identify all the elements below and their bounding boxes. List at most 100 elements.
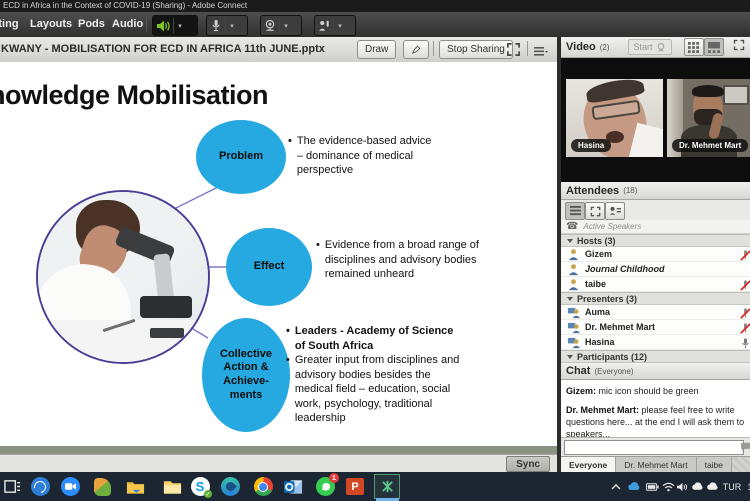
mic-blocked-icon [740,280,750,291]
menu-layouts[interactable]: Layouts [26,12,76,37]
attendee-row-dr-mehmet-mart[interactable]: Dr. Mehmet Mart [561,320,750,335]
chat-tab-dr-mehmet-mart[interactable]: Dr. Mehmet Mart [616,457,697,473]
video-feed[interactable]: Hasina [566,79,663,157]
raise-hand-dropdown[interactable]: ▾ [333,18,346,33]
app-icon-chrome[interactable] [251,475,275,498]
pod-menu-icon [534,47,548,56]
app-icon-powerpoint[interactable]: P [343,475,367,498]
presenter-avatar-icon [567,322,580,333]
app-icon-blue-circle[interactable] [28,475,52,498]
app-icon-adobe-connect-active[interactable] [374,474,400,499]
presenter-avatar-icon [567,307,580,318]
tray-battery-icon[interactable] [644,472,660,501]
stop-sharing-button[interactable]: Stop Sharing [439,40,513,59]
app-icon-outlook[interactable] [281,475,305,498]
chevron-up-icon [611,483,621,489]
pod-options-button[interactable] [534,44,548,62]
slide-photo-scientist [36,190,210,364]
menu-meeting[interactable]: Meeting [0,12,23,37]
tray-chevron-button[interactable] [608,472,624,501]
chat-messages: Gizem: mic icon should be green Dr. Mehm… [561,380,750,440]
webcam-icon [265,19,275,31]
menu-pods[interactable]: Pods [74,12,109,37]
pointer-tool-button[interactable] [403,40,429,59]
video-pod-count: (2) [599,42,610,52]
tray-cloud-icon[interactable] [705,472,720,501]
presenters-group-header[interactable]: Presenters (3) [561,292,750,305]
attendee-row-auma[interactable]: Auma [561,305,750,320]
microphone-button[interactable]: ▾ [206,15,248,36]
chat-bubble-icon[interactable] [740,441,750,453]
app-icon-edge[interactable] [218,475,242,498]
bullet-dot: • [286,354,290,367]
app-icon-skype[interactable]: S ✓ [188,475,212,498]
webcam-dropdown[interactable]: ▾ [279,18,292,33]
presentation-slide: Knowledge Mobilisation Problem Effect [0,62,557,446]
raise-hand-button[interactable]: ▾ [314,15,356,36]
attendee-row-taibe[interactable]: taibe [561,277,750,292]
app-icon-file-explorer[interactable] [160,475,184,498]
bullet-problem: • The evidence-based advice – dominance o… [288,135,432,177]
filmstrip-view-button[interactable] [703,38,724,56]
draw-button[interactable]: Draw [357,40,397,59]
attendees-pod-count: (18) [623,186,638,195]
fullscreen-button[interactable] [506,42,521,62]
menu-audio[interactable]: Audio [108,12,147,37]
attendee-row-gizem[interactable]: Gizem [561,247,750,262]
speaker-dropdown[interactable]: ▾ [173,18,186,33]
video-name-tag: Dr. Mehmet Mart [672,139,749,152]
tray-cloud-icon[interactable] [690,472,705,501]
bullet-effect: • Evidence from a broad range of discipli… [316,239,479,281]
video-feed[interactable]: Dr. Mehmet Mart [667,79,750,157]
participants-group-header[interactable]: Participants (12) [561,350,750,363]
mic-active-icon [742,338,749,349]
video-pod-body: Hasina Dr. Mehmet Mart [561,58,750,182]
bullet-dot: • [286,325,290,337]
chat-tab-taibe[interactable]: taibe [696,457,733,473]
video-fullscreen-button[interactable] [733,38,745,56]
tray-language-indicator[interactable]: TUR [720,472,744,501]
microphone-dropdown[interactable]: ▾ [225,18,238,33]
app-icon-downloads-folder[interactable] [123,475,147,498]
attendees-pod-title: Attendees [566,184,620,197]
task-view-button[interactable] [0,475,24,498]
bullet-dot: • [316,239,320,251]
bubble-collective-label: Collective Action & Achieve- ments [220,347,272,401]
chat-tabs: Everyone Dr. Mehmet Mart taibe [561,456,750,473]
speaker-button[interactable]: ▾ [152,15,198,36]
host-avatar-icon [568,278,579,290]
breakout-view-icon [590,206,600,216]
start-webcam-button[interactable]: Start [627,39,672,55]
app-icon-colorful[interactable] [90,475,114,498]
status-view-button[interactable] [605,202,625,220]
grid-view-button[interactable] [683,38,704,56]
tray-speaker-icon[interactable] [674,472,690,501]
tray-clock[interactable]: 1 [744,472,750,501]
video-hair [692,85,724,97]
attendee-row-journal-childhood[interactable]: Journal Childhood [561,262,750,277]
video-pod-title: Video [566,41,596,53]
photo-table [38,320,208,362]
photo-microscope-base [140,296,192,318]
chat-input[interactable] [564,440,744,455]
attendee-row-hasina[interactable]: Hasina [561,335,750,350]
bubble-problem-label: Problem [218,150,263,163]
chat-pod-title: Chat [566,365,591,377]
host-avatar-icon [568,248,579,260]
list-view-button[interactable] [565,202,585,220]
app-icon-whatsapp[interactable]: 1 [313,473,339,498]
fullscreen-icon [733,39,744,51]
app-icon-zoom[interactable] [58,475,82,498]
active-speakers-row: ☎ Active Speakers [561,220,750,234]
chat-message: Dr. Mehmet Mart: please feel free to wri… [566,405,745,440]
tray-onedrive-icon[interactable] [626,472,642,501]
webcam-button[interactable]: ▾ [260,15,302,36]
chat-tab-everyone[interactable]: Everyone [561,457,617,473]
sync-button[interactable]: Sync [506,456,550,472]
window-titlebar: ECD in Africa in the Context of COVID-19… [0,0,750,12]
adobe-connect-glyph [381,480,393,493]
windows-taskbar: S ✓ 1 P TUR 1 [0,472,750,501]
hosts-group-header[interactable]: Hosts (3) [561,234,750,247]
shared-file-name: KWANY - MOBILISATION FOR ECD IN AFRICA 1… [1,43,325,55]
breakout-view-button[interactable] [585,202,605,220]
